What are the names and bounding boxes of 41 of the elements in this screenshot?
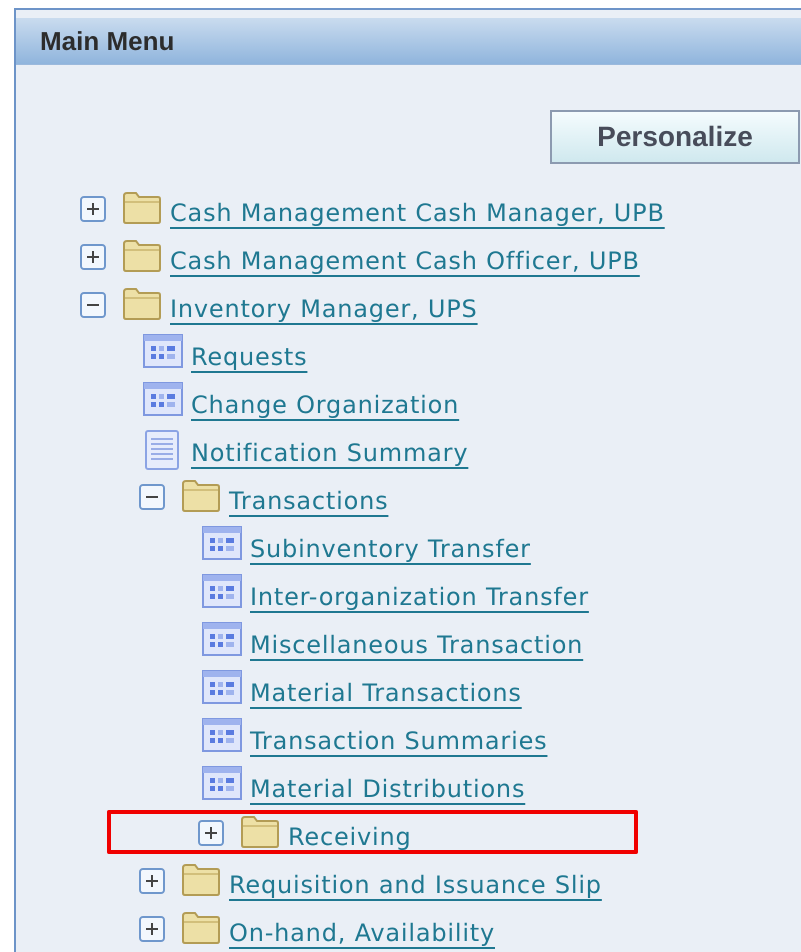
collapse-icon[interactable] bbox=[80, 292, 106, 318]
panel-title: Main Menu bbox=[40, 24, 174, 58]
menu-link[interactable]: Material Distributions bbox=[250, 774, 526, 804]
menu-link[interactable]: Cash Management Cash Officer, UPB bbox=[170, 246, 640, 276]
menu-link[interactable]: Miscellaneous Transaction bbox=[250, 630, 584, 660]
menu-link[interactable]: Subinventory Transfer bbox=[250, 534, 531, 564]
expand-icon[interactable] bbox=[139, 916, 165, 942]
folder-icon bbox=[122, 238, 162, 272]
folder-icon bbox=[240, 814, 280, 848]
menu-link[interactable]: Requests bbox=[191, 342, 308, 372]
folder-icon bbox=[181, 910, 221, 944]
menu-link[interactable]: Transactions bbox=[229, 486, 388, 516]
expand-icon[interactable] bbox=[139, 868, 165, 894]
form-icon bbox=[202, 574, 242, 608]
menu-link[interactable]: Notification Summary bbox=[191, 438, 468, 468]
folder-icon bbox=[122, 190, 162, 224]
form-icon bbox=[202, 670, 242, 704]
menu-link[interactable]: Inventory Manager, UPS bbox=[170, 294, 478, 324]
expand-icon[interactable] bbox=[198, 820, 224, 846]
menu-link[interactable]: Cash Management Cash Manager, UPB bbox=[170, 198, 665, 228]
form-icon bbox=[202, 766, 242, 800]
form-icon bbox=[202, 526, 242, 560]
menu-link[interactable]: Inter-organization Transfer bbox=[250, 582, 589, 612]
menu-link[interactable]: Requisition and Issuance Slip bbox=[229, 870, 602, 900]
collapse-icon[interactable] bbox=[139, 484, 165, 510]
menu-link[interactable]: Change Organization bbox=[191, 390, 460, 420]
menu-link[interactable]: On-hand, Availability bbox=[229, 918, 495, 948]
form-icon bbox=[202, 718, 242, 752]
menu-link[interactable]: Receiving bbox=[288, 822, 412, 852]
document-icon bbox=[145, 430, 179, 470]
folder-icon bbox=[181, 862, 221, 896]
form-icon bbox=[143, 382, 183, 416]
menu-link[interactable]: Material Transactions bbox=[250, 678, 522, 708]
folder-icon bbox=[181, 478, 221, 512]
form-icon bbox=[202, 622, 242, 656]
folder-icon bbox=[122, 286, 162, 320]
personalize-button[interactable]: Personalize bbox=[550, 110, 800, 164]
form-icon bbox=[143, 334, 183, 368]
expand-icon[interactable] bbox=[80, 244, 106, 270]
menu-link[interactable]: Transaction Summaries bbox=[250, 726, 548, 756]
expand-icon[interactable] bbox=[80, 196, 106, 222]
